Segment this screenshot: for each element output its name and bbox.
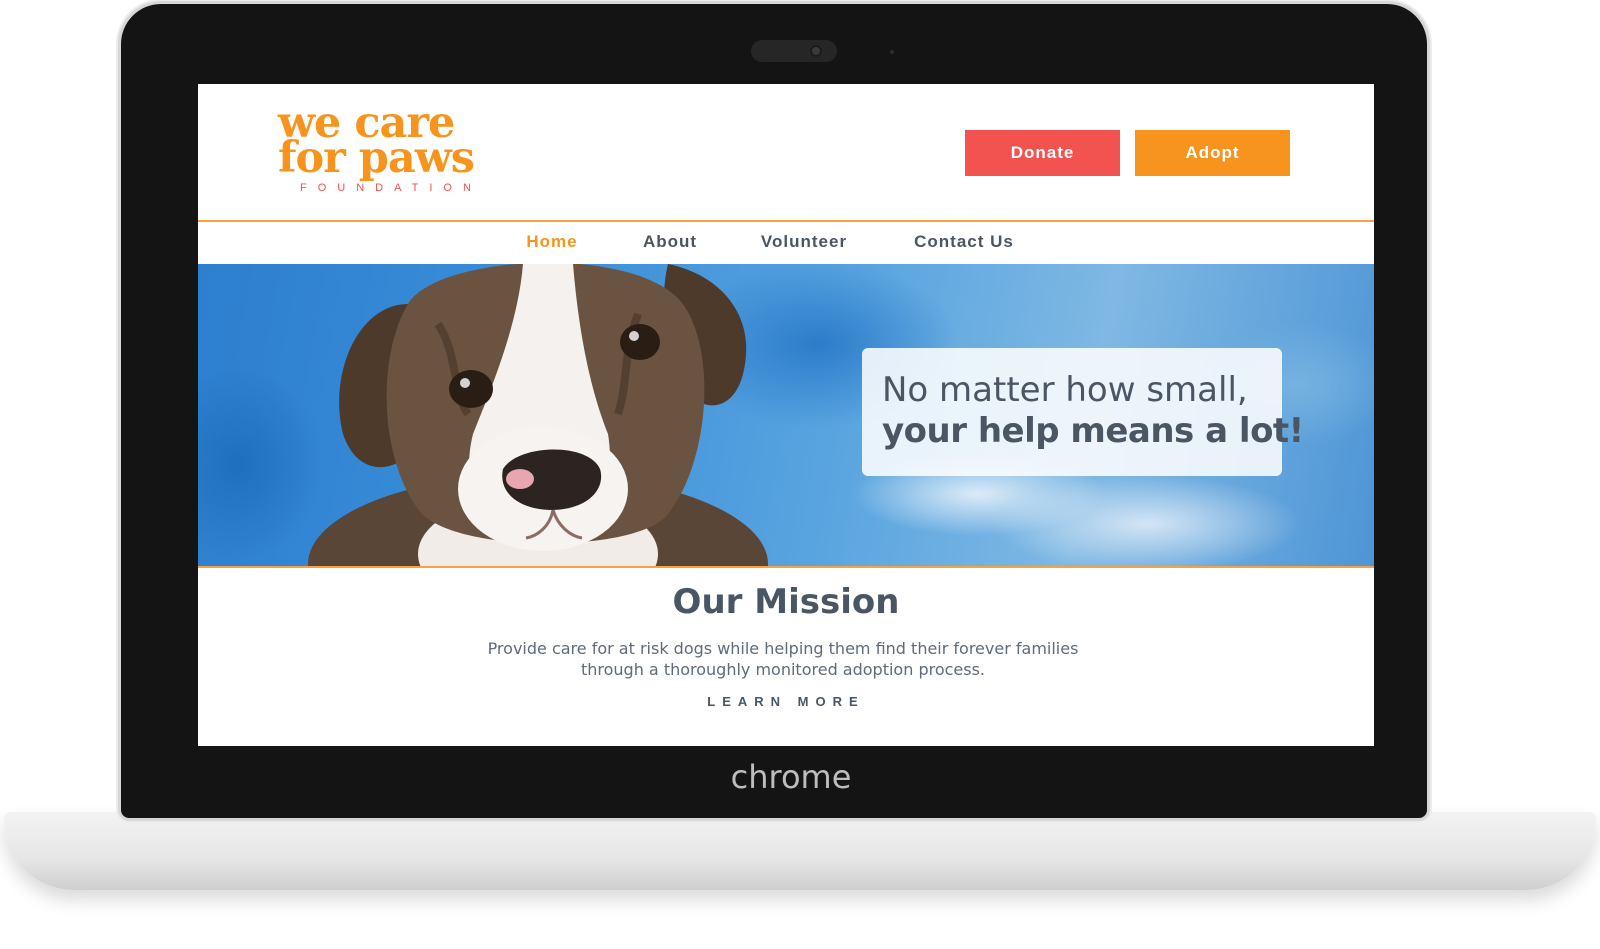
learn-more-link[interactable]: LEARN MORE bbox=[198, 694, 1374, 709]
laptop-base bbox=[4, 812, 1596, 890]
nav-item-volunteer[interactable]: Volunteer bbox=[729, 232, 879, 252]
logo-subtitle: FOUNDATION bbox=[300, 182, 482, 194]
logo-line-2: for paws bbox=[278, 133, 475, 183]
browser-screen: we care for paws FOUNDATION Donate Adopt… bbox=[198, 84, 1374, 746]
hero-message-card: No matter how small, your help means a l… bbox=[862, 348, 1304, 476]
nav-item-home[interactable]: Home bbox=[493, 232, 611, 252]
hero-headline-line-2: your help means a lot! bbox=[882, 411, 1304, 451]
adopt-button[interactable]: Adopt bbox=[1135, 130, 1290, 176]
main-nav: Home About Volunteer Contact Us bbox=[198, 222, 1374, 262]
webcam-bar bbox=[751, 40, 837, 62]
donate-button[interactable]: Donate bbox=[965, 130, 1120, 176]
hero-headline-line-1: No matter how small, bbox=[882, 370, 1248, 410]
nav-item-contact-us[interactable]: Contact Us bbox=[879, 232, 1049, 252]
mission-section: Our Mission Provide care for at risk dog… bbox=[198, 568, 1374, 746]
sensor-dot bbox=[890, 50, 894, 54]
webcam-icon bbox=[810, 45, 822, 57]
puppy-image bbox=[308, 264, 768, 566]
mission-text: Provide care for at risk dogs while help… bbox=[487, 639, 1079, 679]
nav-item-about[interactable]: About bbox=[611, 232, 729, 252]
mission-title: Our Mission bbox=[672, 582, 900, 622]
site-header: we care for paws FOUNDATION Donate Adopt bbox=[198, 84, 1374, 220]
device-brand-label: chrome bbox=[730, 758, 852, 796]
hero-banner: No matter how small, your help means a l… bbox=[198, 264, 1374, 566]
site-logo[interactable]: we care for paws FOUNDATION bbox=[278, 102, 528, 195]
